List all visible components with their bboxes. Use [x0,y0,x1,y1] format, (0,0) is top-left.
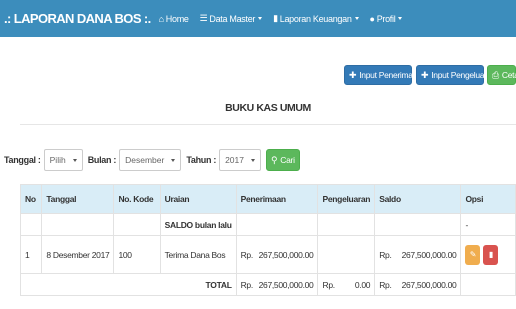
chevron-down-icon [250,158,255,162]
cell [113,213,161,236]
col-opsi: Opsi [460,184,516,214]
row-tanggal: 8 Desember 2017 [41,235,115,274]
row-pengeluaran [317,235,376,274]
tanggal-label: Tanggal : [4,155,41,165]
currency-label: Rp. [240,249,254,260]
edit-icon: ✎ [469,250,477,259]
total-saldo-value: 267,500,000.00 [401,279,457,290]
currency-label: Rp. [240,279,254,290]
total-saldo: Rp. 267,500,000.00 [374,273,462,296]
nav-profil-label: Profil [376,13,396,24]
nav-home[interactable]: ⌂ Home [159,14,189,24]
chevron-down-icon [72,158,77,162]
total-penerimaan-value: 267,500,000.00 [258,279,314,290]
cari-label: Cari [280,155,295,165]
trash-icon: ▮ [488,250,494,259]
page-title: BUKU KAS UMUM [225,102,311,114]
saldo-value: 267,500,000.00 [401,249,457,260]
currency-label: Rp. [379,249,392,260]
tanggal-select[interactable]: Pilih [43,149,83,171]
nav-laporan-keuangan-label: Laporan Keuangan [279,13,352,24]
delete-button[interactable]: ▮ [483,244,499,265]
nav-home-label: Home [165,13,189,24]
nav-profil[interactable]: ● Profil [370,14,403,24]
app-brand[interactable]: .: LAPORAN DANA BOS :. [4,11,151,26]
cetak-button[interactable]: ⎙ Cetak [487,65,516,85]
bulan-select-value: Desember [125,155,165,165]
input-pengeluaran-label: Input Pengeluaran [431,70,496,80]
total-penerimaan: Rp. 267,500,000.00 [235,273,319,296]
opsi-empty: - [460,213,516,236]
document-icon: ▮ [273,13,278,23]
chevron-down-icon [398,17,403,20]
total-pengeluaran: Rp. 0.00 [317,273,376,296]
row-opsi: ✎ ▮ [460,235,516,274]
filter-bar: Tanggal : Pilih Bulan : Desember Tahun :… [4,148,300,172]
home-icon: ⌂ [158,13,164,24]
col-pengeluaran: Pengeluaran [317,184,376,214]
col-no: No [19,184,43,214]
plus-circle-icon: ✚ [421,69,429,80]
currency-label: Rp. [322,279,335,290]
cell [41,213,115,236]
user-icon: ● [369,13,375,24]
saldo-bulan-lalu-label: SALDO bulan lalu [159,213,237,236]
col-uraian: Uraian [159,184,237,214]
table-total-row: TOTAL Rp. 267,500,000.00 Rp. 0.00 Rp. 267,5… [20,273,516,296]
nav-menu: ⌂ Home ☰ Data Master ▮ Laporan Keuangan … [159,13,414,24]
tahun-select[interactable]: 2017 [219,149,261,171]
nav-laporan-keuangan[interactable]: ▮ Laporan Keuangan [273,13,359,24]
plus-circle-icon: ✚ [349,69,357,80]
chevron-down-icon [258,17,263,20]
chevron-down-icon [354,17,359,20]
list-icon: ☰ [199,13,208,23]
row-uraian: Terima Dana Bos [159,235,237,274]
row-kode: 100 [113,235,161,274]
total-pengeluaran-value: 0.00 [354,279,371,290]
search-icon: ⚲ [270,154,278,165]
cell [19,213,43,236]
row-saldo: Rp. 267,500,000.00 [374,235,462,274]
penerimaan-value: 267,500,000.00 [258,249,314,260]
col-no-kode: No. Kode [113,184,161,214]
table-header: No Tanggal No. Kode Uraian Penerimaan Pe… [19,184,516,214]
currency-label: Rp. [379,279,392,290]
top-navbar: .: LAPORAN DANA BOS :. ⌂ Home ☰ Data Mas… [0,0,516,37]
nav-data-master-label: Data Master [209,13,256,24]
edit-button[interactable]: ✎ [465,244,481,265]
cell [374,213,462,236]
input-pengeluaran-button[interactable]: ✚ Input Pengeluaran [416,65,496,85]
col-saldo: Saldo [374,184,462,214]
chevron-down-icon [171,158,176,162]
tahun-label: Tahun : [186,155,217,165]
cell [235,213,319,236]
table-row: SALDO bulan lalu - [19,213,516,236]
bulan-label: Bulan : [87,155,117,165]
bulan-select[interactable]: Desember [119,149,182,171]
nav-data-master[interactable]: ☰ Data Master [200,13,263,24]
col-penerimaan: Penerimaan [235,184,319,214]
row-penerimaan: Rp. 267,500,000.00 [235,235,319,274]
total-label: TOTAL [20,273,237,296]
table-row: 1 8 Desember 2017 100 Terima Dana Bos Rp… [19,235,516,274]
cari-button[interactable]: ⚲ Cari [265,149,300,171]
input-penerimaan-button[interactable]: ✚ Input Penerimaan [344,65,422,85]
print-icon: ⎙ [492,69,499,80]
cell [460,273,516,296]
tahun-select-value: 2017 [225,155,244,165]
tanggal-select-value: Pilih [49,155,66,165]
row-no: 1 [19,235,43,274]
input-penerimaan-label: Input Penerimaan [359,70,422,80]
cell [317,213,376,236]
divider [20,124,516,125]
col-tanggal: Tanggal [41,184,115,214]
cetak-label: Cetak [501,70,516,80]
buku-kas-table: No Tanggal No. Kode Uraian Penerimaan Pe… [19,184,516,296]
